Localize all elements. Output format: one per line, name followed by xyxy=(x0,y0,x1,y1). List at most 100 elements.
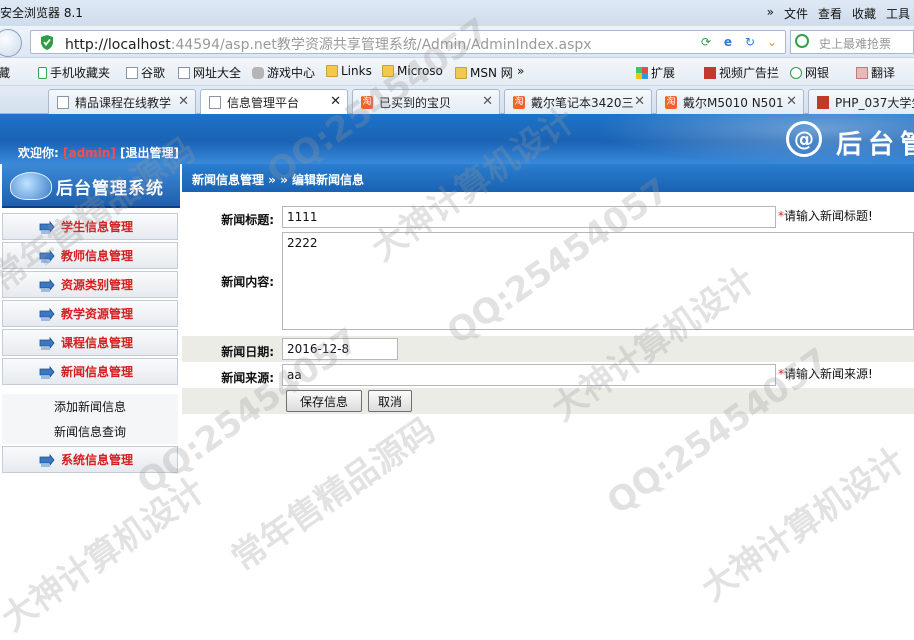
cancel-button[interactable]: 取消 xyxy=(368,390,412,412)
sidebar-item-news[interactable]: 新闻信息管理 xyxy=(2,358,178,385)
backend-title: 后台管理 xyxy=(836,130,914,160)
source-input[interactable]: aa xyxy=(282,364,776,386)
fav-label: MSN 网 xyxy=(470,66,513,80)
url-input[interactable]: http://localhost:44594/asp.net教学资源共享管理系统… xyxy=(30,30,786,54)
ie-icon[interactable]: e xyxy=(719,33,737,51)
page-icon xyxy=(209,96,221,109)
menu-overflow[interactable]: » xyxy=(767,5,774,22)
menu-arrow-icon xyxy=(39,221,55,234)
taobao-icon: 淘 xyxy=(513,95,525,109)
search-input[interactable]: 史上最难抢票 xyxy=(790,30,914,54)
tab-purchased[interactable]: 淘 已买到的宝贝 ✕ xyxy=(352,89,500,114)
source-label: 新闻来源: xyxy=(221,371,274,385)
chevron-down-icon[interactable]: ⌄ xyxy=(763,33,781,51)
sidebar-item-students[interactable]: 学生信息管理 xyxy=(2,213,178,240)
menu-file[interactable]: 文件 xyxy=(784,5,808,22)
close-icon[interactable]: ✕ xyxy=(330,94,341,109)
extensions-button[interactable]: 扩展 xyxy=(636,64,675,81)
menu-arrow-icon xyxy=(39,454,55,467)
form-row-title: 新闻标题: 1111 *请输入新闻标题! xyxy=(182,204,914,230)
save-button[interactable]: 保存信息 xyxy=(286,390,362,412)
fav-item-bookmarks[interactable]: 藏 xyxy=(0,64,10,81)
current-user: [admin] xyxy=(63,146,116,160)
sidebar-subitem-query-news[interactable]: 新闻信息查询 xyxy=(2,419,178,444)
page-icon xyxy=(126,66,138,79)
ad-block-button[interactable]: 视频广告拦 xyxy=(704,64,779,81)
admin-app: 欢迎你: [admin] [退出管理] @ 后台管理 后台管理系统 学生信息管理… xyxy=(0,114,914,640)
fav-item-google[interactable]: 谷歌 xyxy=(126,64,165,81)
translate-button[interactable]: 翻译 xyxy=(856,64,895,81)
fav-overflow[interactable]: » xyxy=(517,64,524,78)
form-row-content: 新闻内容: 2222 xyxy=(182,230,914,332)
fav-item-msn[interactable]: MSN 网 xyxy=(455,64,513,81)
site-icon xyxy=(817,95,829,109)
sidebar-subitem-add-news[interactable]: 添加新闻信息 xyxy=(2,394,178,419)
admin-banner: 欢迎你: [admin] [退出管理] @ 后台管理 xyxy=(0,114,914,164)
refresh-icon[interactable]: ⟳ xyxy=(697,33,715,51)
fav-label: Links xyxy=(341,64,372,78)
url-path: :44594/asp.net教学资源共享管理系统/Admin/AdminInde… xyxy=(170,37,592,53)
menu-arrow-icon xyxy=(39,250,55,263)
address-bar-row: http://localhost:44594/asp.net教学资源共享管理系统… xyxy=(0,26,914,58)
fav-item-games[interactable]: 游戏中心 xyxy=(252,64,315,81)
form-row-date: 新闻日期: 2016-12-8 xyxy=(182,336,914,362)
tab-dell-m5010[interactable]: 淘 戴尔M5010 N501 ✕ xyxy=(656,89,804,114)
sidebar-item-courses[interactable]: 课程信息管理 xyxy=(2,329,178,356)
taobao-icon: 淘 xyxy=(665,95,677,109)
sidebar-item-label: 教师信息管理 xyxy=(61,249,134,263)
fav-item-links[interactable]: Links xyxy=(326,64,372,78)
sidebar-item-teaching-resources[interactable]: 教学资源管理 xyxy=(2,300,178,327)
close-icon[interactable]: ✕ xyxy=(178,94,189,109)
fav-item-microsoft[interactable]: Microso xyxy=(382,64,443,78)
fav-label: 谷歌 xyxy=(141,66,166,80)
source-hint: *请输入新闻来源! xyxy=(778,365,873,382)
title-hint: *请输入新闻标题! xyxy=(778,207,873,224)
tab-course[interactable]: 精品课程在线教学 ✕ xyxy=(48,89,196,114)
compat-icon[interactable]: ↻ xyxy=(741,33,759,51)
fav-label: 视频广告拦 xyxy=(719,66,780,80)
folder-icon xyxy=(382,65,394,77)
fav-label: Microso xyxy=(397,64,443,78)
tab-dell-3420[interactable]: 淘 戴尔笔记本3420三 ✕ xyxy=(504,89,652,114)
sidebar-item-system[interactable]: 系统信息管理 xyxy=(2,446,178,473)
fav-item-sites[interactable]: 网址大全 xyxy=(178,64,241,81)
content-textarea[interactable]: 2222 xyxy=(282,232,914,330)
url-host: http://localhost xyxy=(65,37,171,53)
menu-view[interactable]: 查看 xyxy=(818,5,842,22)
source-hint-text: 请输入新闻来源! xyxy=(784,367,873,381)
browser-tab-bar: 精品课程在线教学 ✕ 信息管理平台 ✕ 淘 已买到的宝贝 ✕ 淘 戴尔笔记本34… xyxy=(0,86,914,115)
menu-tools[interactable]: 工具 xyxy=(886,5,910,22)
menu-arrow-icon xyxy=(39,366,55,379)
sidebar-item-teachers[interactable]: 教师信息管理 xyxy=(2,242,178,269)
shield-icon xyxy=(41,35,53,50)
welcome-text: 欢迎你: [admin] [退出管理] xyxy=(18,144,179,161)
close-icon[interactable]: ✕ xyxy=(482,94,493,109)
tab-php037[interactable]: PHP_037大学生 xyxy=(808,89,914,114)
back-button[interactable] xyxy=(0,29,22,57)
welcome-prefix: 欢迎你: xyxy=(18,146,59,160)
online-bank-button[interactable]: 网银 xyxy=(790,64,829,81)
logout-link[interactable]: [退出管理] xyxy=(120,146,179,160)
extensions-icon xyxy=(636,66,648,79)
sidebar-item-label: 学生信息管理 xyxy=(61,220,134,234)
tab-info-platform[interactable]: 信息管理平台 ✕ xyxy=(200,89,348,115)
tab-title: 已买到的宝贝 xyxy=(379,95,452,110)
browser-app-name: 安全浏览器 8.1 xyxy=(0,6,83,20)
breadcrumb: 新闻信息管理 » » 编辑新闻信息 xyxy=(192,173,365,187)
breadcrumb-bar: 新闻信息管理 » » 编辑新闻信息 xyxy=(182,164,914,192)
menu-favorites[interactable]: 收藏 xyxy=(852,5,876,22)
bank-icon xyxy=(790,66,802,79)
date-input[interactable]: 2016-12-8 xyxy=(282,338,398,360)
fav-item-mobile[interactable]: 手机收藏夹 xyxy=(38,64,110,81)
menu-arrow-icon xyxy=(39,279,55,292)
search-placeholder: 史上最难抢票 xyxy=(819,37,892,51)
sidebar-item-resource-types[interactable]: 资源类别管理 xyxy=(2,271,178,298)
url-text: http://localhost:44594/asp.net教学资源共享管理系统… xyxy=(65,34,592,54)
title-input[interactable]: 1111 xyxy=(282,206,776,228)
close-icon[interactable]: ✕ xyxy=(786,94,797,109)
close-icon[interactable]: ✕ xyxy=(634,94,645,109)
fav-label: 手机收藏夹 xyxy=(50,66,111,80)
sidebar-header: 后台管理系统 xyxy=(2,164,180,208)
taobao-icon: 淘 xyxy=(361,95,373,109)
tab-title: 精品课程在线教学 xyxy=(75,95,172,110)
